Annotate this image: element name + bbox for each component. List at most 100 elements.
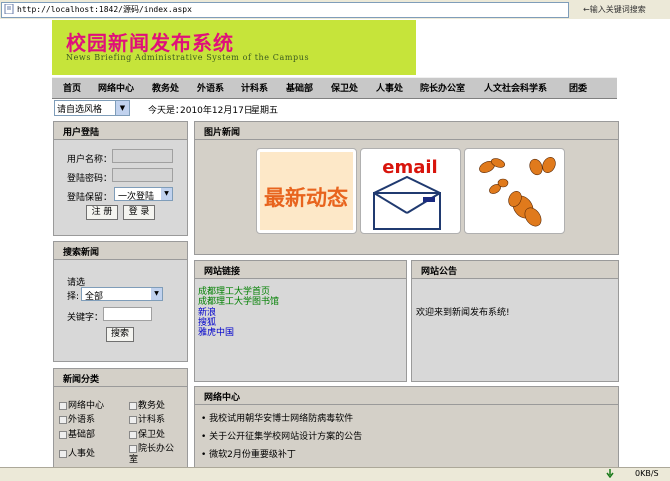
category-select-value: 全部 (85, 292, 104, 302)
nav-item-presidents-office[interactable]: 院长办公室 (420, 81, 465, 94)
category-item[interactable]: 基础部 (59, 427, 95, 440)
bullet-icon (59, 415, 67, 424)
category-item-label: 保卫处 (138, 430, 166, 440)
notice-panel: 网站公告 欢迎来到新闻发布系统! (411, 260, 619, 382)
news-image-butterflies[interactable] (464, 148, 565, 234)
password-input[interactable] (112, 168, 173, 182)
style-select[interactable]: 请自选风格 ▼ (54, 100, 130, 116)
category-item[interactable]: 计科系 (129, 412, 165, 425)
bullet-icon (129, 415, 137, 424)
password-label: 登陆密码： (67, 174, 113, 184)
search-button[interactable]: 搜索 (106, 327, 134, 342)
category-item-label: 基础部 (68, 430, 96, 440)
picture-news-header: 图片新闻 (195, 122, 618, 140)
links-panel: 网站链接 成都理工大学首页 成都理工大学图书馆 新浪 搜狐 雅虎中国 (194, 260, 407, 382)
main-nav: 首页 网络中心 教务处 外语系 计科系 基础部 保卫处 人事处 院长办公室 人文… (52, 77, 617, 99)
search-panel-title: 搜索新闻 (63, 248, 100, 258)
category-panel-header: 新闻分类 (54, 369, 187, 387)
login-panel-header: 用户登陆 (54, 122, 187, 140)
username-input[interactable] (112, 149, 173, 163)
network-center-title: 网络中心 (204, 393, 241, 403)
category-item-label: 外语系 (68, 415, 96, 425)
category-panel-title: 新闻分类 (63, 375, 100, 385)
nav-item-academic-affairs[interactable]: 教务处 (152, 81, 179, 94)
news-image-latest[interactable]: 最新动态 (256, 148, 357, 234)
bullet-icon (59, 430, 67, 439)
notice-panel-body (412, 279, 618, 381)
page-margin (617, 19, 670, 467)
nav-item-youth-league[interactable]: 团委 (569, 81, 587, 94)
nav-item-security[interactable]: 保卫处 (331, 81, 358, 94)
news-item[interactable]: • 我校试用朝华安博士网络防病毒软件 (201, 411, 353, 424)
news-item[interactable]: • 关于公开征集学校网站设计方案的公告 (201, 429, 362, 442)
news-item[interactable]: • 微软2月份重要级补丁 (201, 447, 296, 460)
chevron-down-icon[interactable]: ▼ (161, 188, 172, 200)
links-panel-header: 网站链接 (195, 261, 406, 279)
category-select[interactable]: 全部 ▼ (81, 287, 163, 302)
links-panel-title: 网站链接 (204, 267, 241, 277)
network-center-panel: 网络中心 • 我校试用朝华安博士网络防病毒软件 • 关于公开征集学校网站设计方案… (194, 386, 619, 469)
search-box-placeholder[interactable]: ←输入关键词搜索 (583, 4, 646, 15)
latest-news-text: 最新动态 (264, 186, 348, 210)
bullet-icon (59, 401, 67, 410)
nav-item-home[interactable]: 首页 (63, 81, 81, 94)
address-url[interactable]: http://localhost:1842/源码/index.aspx (17, 4, 192, 15)
page-icon (4, 3, 14, 15)
category-item-label: 计科系 (138, 415, 166, 425)
link-yahoo-china[interactable]: 雅虎中国 (198, 325, 234, 338)
email-text: email (382, 157, 437, 178)
remember-label: 登陆保留： (67, 193, 113, 203)
nav-item-network-center[interactable]: 网络中心 (98, 81, 134, 94)
category-panel: 新闻分类 网络中心 教务处 外语系 计科系 基础部 保卫处 人事处 院长办公 室 (53, 368, 188, 468)
category-item-label-cont[interactable]: 室 (129, 452, 138, 465)
today-weekday: 星期五 (251, 106, 279, 116)
bullet-icon (59, 449, 67, 458)
news-image-email[interactable]: email (360, 148, 461, 234)
status-speed: 0KB/S (635, 469, 659, 478)
notice-panel-header: 网站公告 (412, 261, 618, 279)
bullet-icon (129, 430, 137, 439)
category-item-label: 教务处 (138, 401, 166, 411)
chevron-down-icon[interactable]: ▼ (151, 288, 162, 300)
category-item[interactable]: 教务处 (129, 398, 165, 411)
news-item-title: 微软2月份重要级补丁 (209, 450, 296, 460)
category-item[interactable]: 外语系 (59, 412, 95, 425)
today-date: 2010年12月17日 (180, 106, 253, 116)
category-item[interactable]: 保卫处 (129, 427, 165, 440)
login-panel-title: 用户登陆 (63, 128, 100, 138)
news-item-title: 我校试用朝华安博士网络防病毒软件 (209, 414, 354, 424)
remember-select[interactable]: 一次登陆 ▼ (114, 187, 173, 202)
nav-item-personnel[interactable]: 人事处 (376, 81, 403, 94)
register-button[interactable]: 注 册 (86, 205, 118, 220)
picture-news-title: 图片新闻 (204, 128, 241, 138)
site-subtitle: News Briefing Administrative System of t… (66, 53, 310, 62)
search-panel: 搜索新闻 请选 择: 全部 ▼ 关键字： 搜索 (53, 241, 188, 362)
today-label: 今天是： (148, 106, 185, 116)
chevron-down-icon[interactable]: ▼ (115, 101, 129, 115)
network-center-header: 网络中心 (195, 387, 618, 405)
login-button[interactable]: 登 录 (123, 205, 155, 220)
bullet-icon (129, 401, 137, 410)
keyword-label: 关键字： (67, 313, 104, 323)
site-title: 校园新闻发布系统 (66, 31, 234, 55)
nav-item-humanities[interactable]: 人文社会科学系 (484, 81, 547, 94)
search-panel-header: 搜索新闻 (54, 242, 187, 260)
news-item-title: 关于公开征集学校网站设计方案的公告 (209, 432, 363, 442)
nav-item-computer-science[interactable]: 计科系 (241, 81, 268, 94)
status-bar (0, 467, 670, 481)
login-panel: 用户登陆 用户名称： 登陆密码： 登陆保留： 一次登陆 ▼ 注 册 登 录 (53, 121, 188, 236)
download-arrow-icon (605, 469, 615, 479)
category-item-label: 网络中心 (68, 401, 105, 411)
nav-item-foundation[interactable]: 基础部 (286, 81, 313, 94)
category-item[interactable]: 网络中心 (59, 398, 104, 411)
username-label: 用户名称： (67, 155, 113, 165)
category-select-label-cont: 择: (67, 292, 80, 302)
nav-item-foreign-languages[interactable]: 外语系 (197, 81, 224, 94)
category-item[interactable]: 人事处 (59, 446, 95, 459)
keyword-input[interactable] (103, 307, 152, 321)
notice-panel-title: 网站公告 (421, 267, 458, 277)
remember-select-value: 一次登陆 (118, 192, 155, 202)
category-item-label: 院长办公 (138, 444, 175, 454)
notice-text: 欢迎来到新闻发布系统! (416, 308, 510, 318)
style-select-value: 请自选风格 (57, 105, 103, 115)
